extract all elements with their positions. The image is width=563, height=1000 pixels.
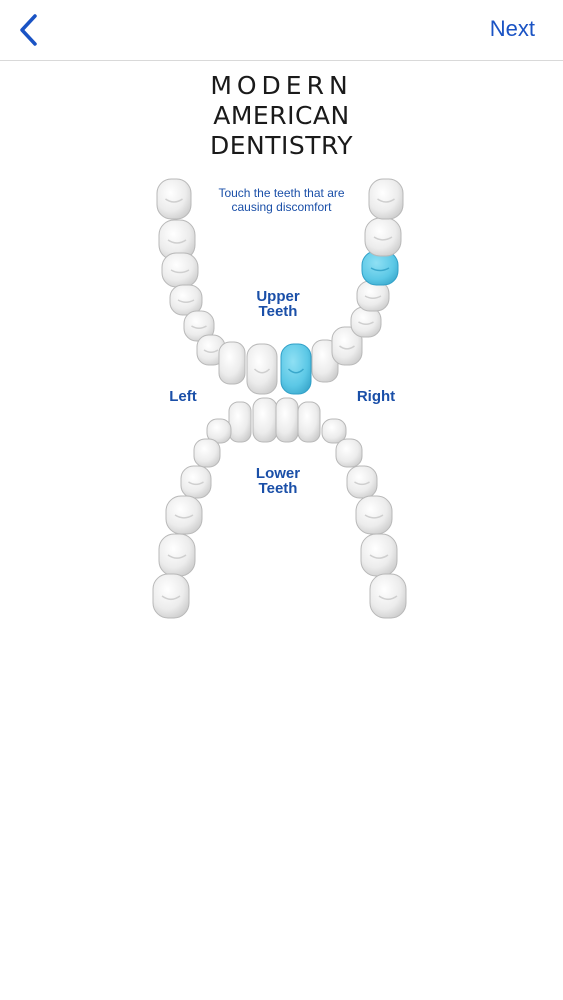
brand-line-3: DENTISTRY: [209, 131, 354, 160]
lower-teeth-label-line2: Teeth: [258, 480, 298, 497]
lower-tooth-1[interactable]: [228, 401, 252, 443]
upper-teeth-label: Upper Teeth: [238, 289, 318, 319]
lower-tooth-16[interactable]: [369, 573, 407, 619]
lower-tooth-11[interactable]: [165, 495, 203, 535]
upper-tooth-3[interactable]: [161, 252, 199, 288]
lower-teeth-label-line1: Lower: [255, 465, 301, 482]
lower-tooth-12[interactable]: [355, 495, 393, 535]
upper-arch: [156, 178, 404, 395]
upper-tooth-13[interactable]: [356, 280, 390, 312]
upper-tooth-16[interactable]: [368, 178, 404, 220]
upper-tooth-8[interactable]: [246, 343, 278, 395]
lower-tooth-2[interactable]: [252, 397, 278, 443]
upper-teeth-label-line2: Teeth: [258, 303, 298, 320]
lower-tooth-14[interactable]: [360, 533, 398, 577]
lower-arch: [152, 397, 407, 619]
lower-tooth-13[interactable]: [158, 533, 196, 577]
lower-tooth-3[interactable]: [275, 397, 299, 443]
lower-tooth-10[interactable]: [346, 465, 378, 499]
right-side-label: Right: [356, 388, 396, 405]
upper-tooth-9-selected[interactable]: [280, 343, 312, 395]
upper-teeth-label-line1: Upper: [256, 288, 300, 305]
lower-tooth-4[interactable]: [297, 401, 321, 443]
navigation-bar: Next: [0, 0, 563, 61]
left-side-label: Left: [169, 388, 197, 405]
upper-tooth-7[interactable]: [218, 341, 246, 385]
upper-tooth-12[interactable]: [350, 306, 382, 338]
next-button[interactable]: Next: [490, 16, 535, 42]
lower-teeth-label: Lower Teeth: [238, 466, 318, 496]
upper-tooth-1[interactable]: [156, 178, 192, 220]
brand-line-2: AMERICAN: [213, 101, 350, 130]
lower-tooth-9[interactable]: [180, 465, 212, 499]
lower-tooth-15[interactable]: [152, 573, 190, 619]
tooth-chart: [152, 178, 407, 619]
upper-tooth-15[interactable]: [364, 217, 402, 257]
back-button[interactable]: [8, 10, 48, 50]
chevron-left-icon: [20, 14, 37, 46]
lower-tooth-7[interactable]: [193, 438, 221, 468]
brand-line-1: MODERN: [210, 71, 353, 100]
lower-tooth-8[interactable]: [335, 438, 363, 468]
